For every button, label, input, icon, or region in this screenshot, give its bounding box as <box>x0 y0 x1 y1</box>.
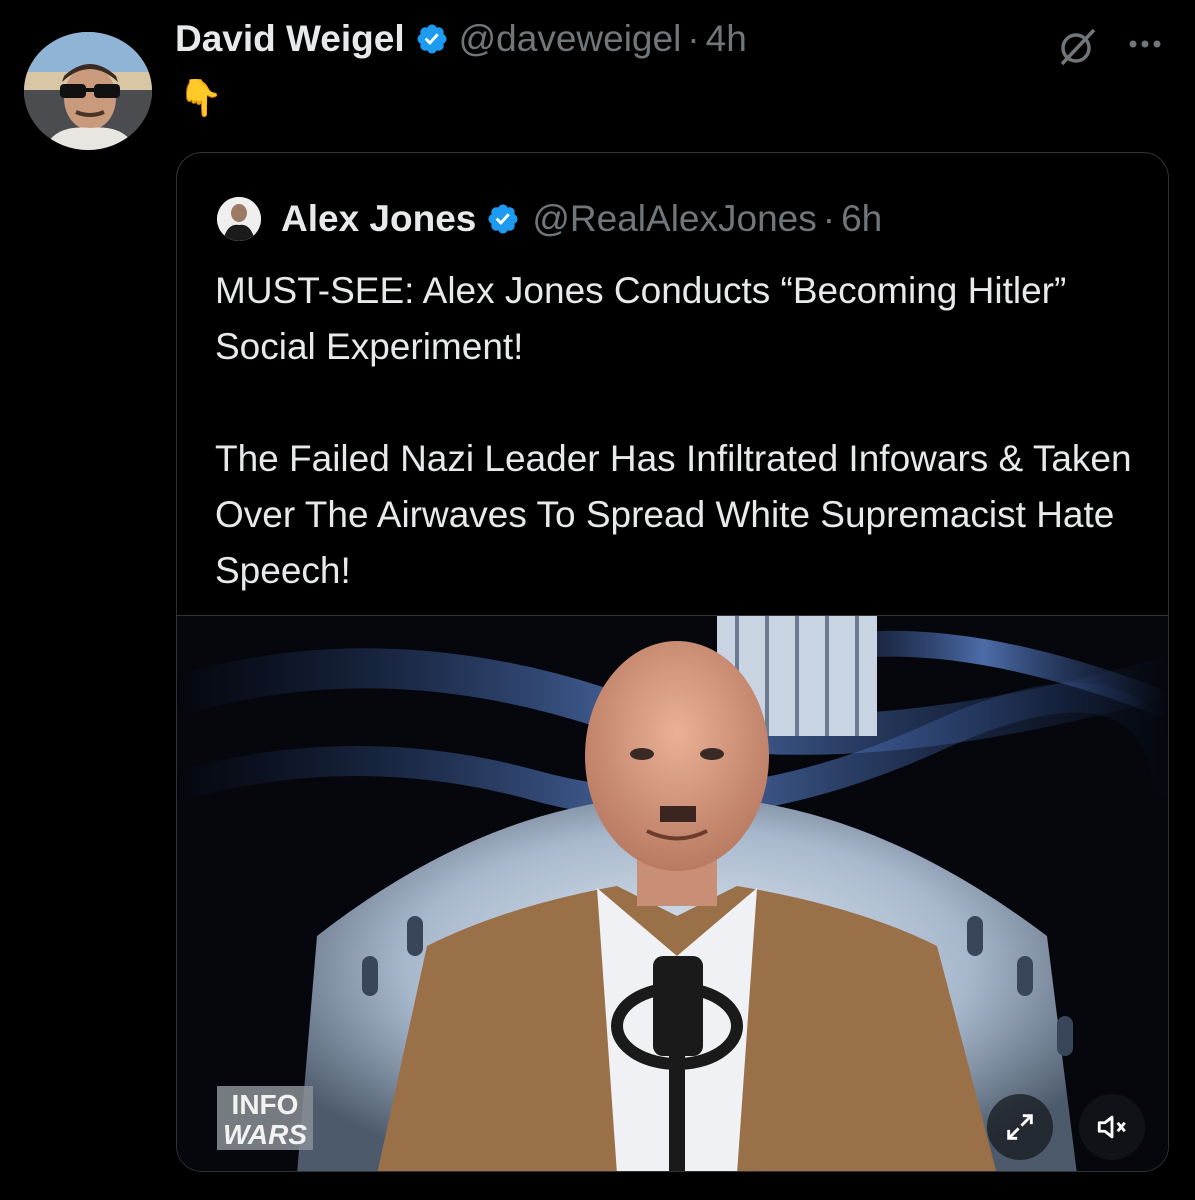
logo-text-top: INFO <box>232 1089 299 1120</box>
infowars-logo: INFO WARS <box>217 1086 313 1150</box>
expand-button[interactable] <box>987 1094 1053 1160</box>
quoted-tweet-timestamp[interactable]: 6h <box>841 198 882 240</box>
quoted-author-name[interactable]: Alex Jones <box>281 198 476 240</box>
author-avatar[interactable] <box>24 32 152 150</box>
tweet-timestamp[interactable]: 4h <box>706 18 747 60</box>
logo-text-bottom: WARS <box>223 1119 307 1150</box>
verified-badge-icon <box>488 204 518 234</box>
author-avatar-image <box>24 32 152 150</box>
muted-speaker-icon <box>1097 1115 1126 1139</box>
expand-icon <box>1007 1114 1033 1140</box>
author-name[interactable]: David Weigel <box>175 18 405 60</box>
quoted-tweet-text: MUST-SEE: Alex Jones Conducts “Becoming … <box>215 263 1145 599</box>
quoted-tweet[interactable]: Alex Jones @RealAlexJones · 6h MUST-SEE:… <box>176 152 1169 1172</box>
quoted-author-avatar-image <box>217 197 261 241</box>
author-handle[interactable]: @daveweigel <box>459 18 682 60</box>
quoted-tweet-paragraph: The Failed Nazi Leader Has Infiltrated I… <box>215 438 1132 591</box>
grok-icon[interactable] <box>1056 26 1098 68</box>
tweet[interactable]: David Weigel @daveweigel · 4h 👇 Alex Jon… <box>0 0 1195 1200</box>
separator-dot: · <box>822 198 836 239</box>
video-frame <box>177 616 1168 1171</box>
mute-button[interactable] <box>1079 1094 1145 1160</box>
quoted-tweet-header: Alex Jones @RealAlexJones · 6h <box>217 197 882 241</box>
quoted-author-handle[interactable]: @RealAlexJones <box>532 198 816 240</box>
more-options-icon[interactable] <box>1123 24 1167 64</box>
tweet-text: 👇 <box>178 77 223 118</box>
video-player[interactable]: INFO WARS <box>177 615 1168 1171</box>
quoted-author-avatar <box>217 197 261 241</box>
separator-dot: · <box>687 18 700 59</box>
verified-badge-icon <box>417 24 447 54</box>
tweet-header: David Weigel @daveweigel · 4h <box>175 18 747 60</box>
quoted-tweet-paragraph: MUST-SEE: Alex Jones Conducts “Becoming … <box>215 270 1067 367</box>
